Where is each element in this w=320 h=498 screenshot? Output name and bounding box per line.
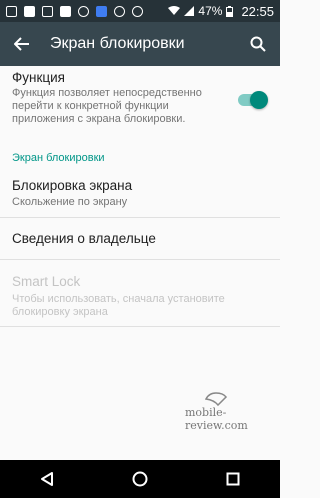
section-header: Экран блокировки (12, 152, 105, 164)
owner-info-title: Сведения о владельце (12, 231, 156, 246)
battery-icon (226, 5, 234, 17)
function-toggle[interactable] (238, 91, 268, 109)
circle-home-icon (132, 471, 148, 487)
download-icon (60, 5, 71, 17)
nav-home-button[interactable] (120, 460, 160, 498)
search-icon (250, 36, 266, 52)
sync-icon (78, 5, 89, 17)
watermark-text: mobile-review.com (185, 406, 248, 432)
screen-lock-subtitle: Скольжение по экрану (12, 196, 128, 208)
data-saver-icon (114, 5, 125, 17)
smart-lock-subtitle: Чтобы использовать, сначала установите б… (12, 293, 225, 318)
wifi-icon (168, 6, 181, 15)
watermark: mobile-review.com (185, 392, 265, 432)
battery-percent: 47% (198, 4, 223, 18)
nav-recents-button[interactable] (213, 460, 253, 498)
toggle-thumb (250, 91, 268, 109)
function-title: Функция (12, 70, 65, 85)
screen-lock-setting[interactable]: Блокировка экрана Скольжение по экрану (0, 170, 280, 217)
app-bar: Экран блокировки (0, 22, 280, 66)
smart-lock-title: Smart Lock (12, 274, 81, 289)
notification-icon (6, 5, 17, 17)
search-button[interactable] (236, 22, 280, 66)
triangle-back-icon (40, 472, 53, 486)
back-button[interactable] (0, 22, 44, 66)
message-icon (42, 5, 53, 17)
screen-lock-title: Блокировка экрана (12, 178, 133, 193)
clock: 22:55 (241, 3, 274, 19)
square-recents-icon (226, 472, 240, 486)
gallery-icon (24, 5, 35, 17)
arrow-left-icon (14, 37, 29, 51)
alarm-icon (132, 5, 143, 17)
navigation-bar (0, 460, 280, 498)
function-setting[interactable]: Функция Функция позволяет непосредственн… (0, 66, 280, 146)
smart-lock-setting: Smart Lock Чтобы использовать, сначала у… (0, 260, 280, 326)
nav-back-button[interactable] (27, 460, 67, 498)
app-notification-icon (96, 5, 107, 17)
function-description: Функция позволяет непосредственно перейт… (12, 87, 202, 125)
page-title: Экран блокировки (50, 35, 185, 52)
divider (0, 326, 280, 327)
mobile-review-logo-icon (205, 392, 227, 406)
settings-list: Функция Функция позволяет непосредственн… (0, 66, 280, 327)
signal-icon (184, 6, 195, 16)
owner-info-setting[interactable]: Сведения о владельце (0, 218, 280, 259)
status-bar: 47% 22:55 (0, 0, 280, 22)
